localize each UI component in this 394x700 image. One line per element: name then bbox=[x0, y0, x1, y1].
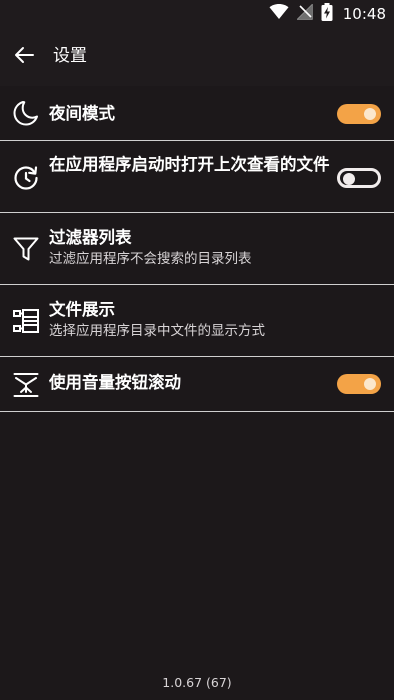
toggle-knob bbox=[343, 173, 355, 185]
setting-title: 在应用程序启动时打开上次查看的文件 bbox=[49, 155, 330, 174]
setting-volume-scroll[interactable]: 使用音量按钮滚动 bbox=[0, 357, 394, 412]
setting-title: 夜间模式 bbox=[49, 104, 115, 123]
no-signal-icon bbox=[296, 3, 313, 24]
night-mode-toggle[interactable] bbox=[337, 104, 381, 124]
settings-list: 夜间模式 在应用程序启动时打开上次查看的文件 过滤器列表 过滤应用程序不会搜索的… bbox=[0, 86, 394, 412]
status-time: 10:48 bbox=[342, 5, 386, 23]
setting-title: 文件展示 bbox=[49, 300, 115, 319]
setting-night-mode[interactable]: 夜间模式 bbox=[0, 86, 394, 141]
volume-scroll-toggle[interactable] bbox=[337, 374, 381, 394]
volume-scroll-icon bbox=[11, 370, 41, 400]
version-label: 1.0.67 (67) bbox=[162, 675, 232, 690]
restore-icon bbox=[11, 163, 41, 193]
status-icons: 10:48 bbox=[269, 3, 386, 25]
back-button[interactable] bbox=[8, 41, 40, 73]
setting-filter-list[interactable]: 过滤器列表 过滤应用程序不会搜索的目录列表 bbox=[0, 213, 394, 285]
setting-title: 使用音量按钮滚动 bbox=[49, 373, 181, 392]
file-display-icon bbox=[11, 306, 41, 336]
open-last-file-toggle[interactable] bbox=[337, 168, 381, 188]
setting-file-display[interactable]: 文件展示 选择应用程序目录中文件的显示方式 bbox=[0, 285, 394, 357]
setting-subtitle: 过滤应用程序不会搜索的目录列表 bbox=[49, 251, 252, 267]
app-bar: 设置 bbox=[0, 28, 394, 86]
filter-icon bbox=[11, 234, 41, 264]
arrow-back-icon bbox=[12, 43, 36, 71]
setting-open-last-file[interactable]: 在应用程序启动时打开上次查看的文件 bbox=[0, 141, 394, 213]
page-title: 设置 bbox=[53, 46, 87, 66]
status-bar: 10:48 bbox=[0, 0, 394, 28]
battery-charging-icon bbox=[321, 3, 333, 25]
toggle-knob bbox=[364, 108, 376, 120]
wifi-icon bbox=[269, 4, 289, 24]
setting-title: 过滤器列表 bbox=[49, 228, 132, 247]
settings-screen: 10:48 设置 夜间模式 在应用程序启动时打开上次查看的文件 过滤器列表 过滤… bbox=[0, 0, 394, 700]
moon-icon bbox=[11, 98, 41, 128]
setting-subtitle: 选择应用程序目录中文件的显示方式 bbox=[49, 323, 265, 339]
toggle-knob bbox=[364, 378, 376, 390]
